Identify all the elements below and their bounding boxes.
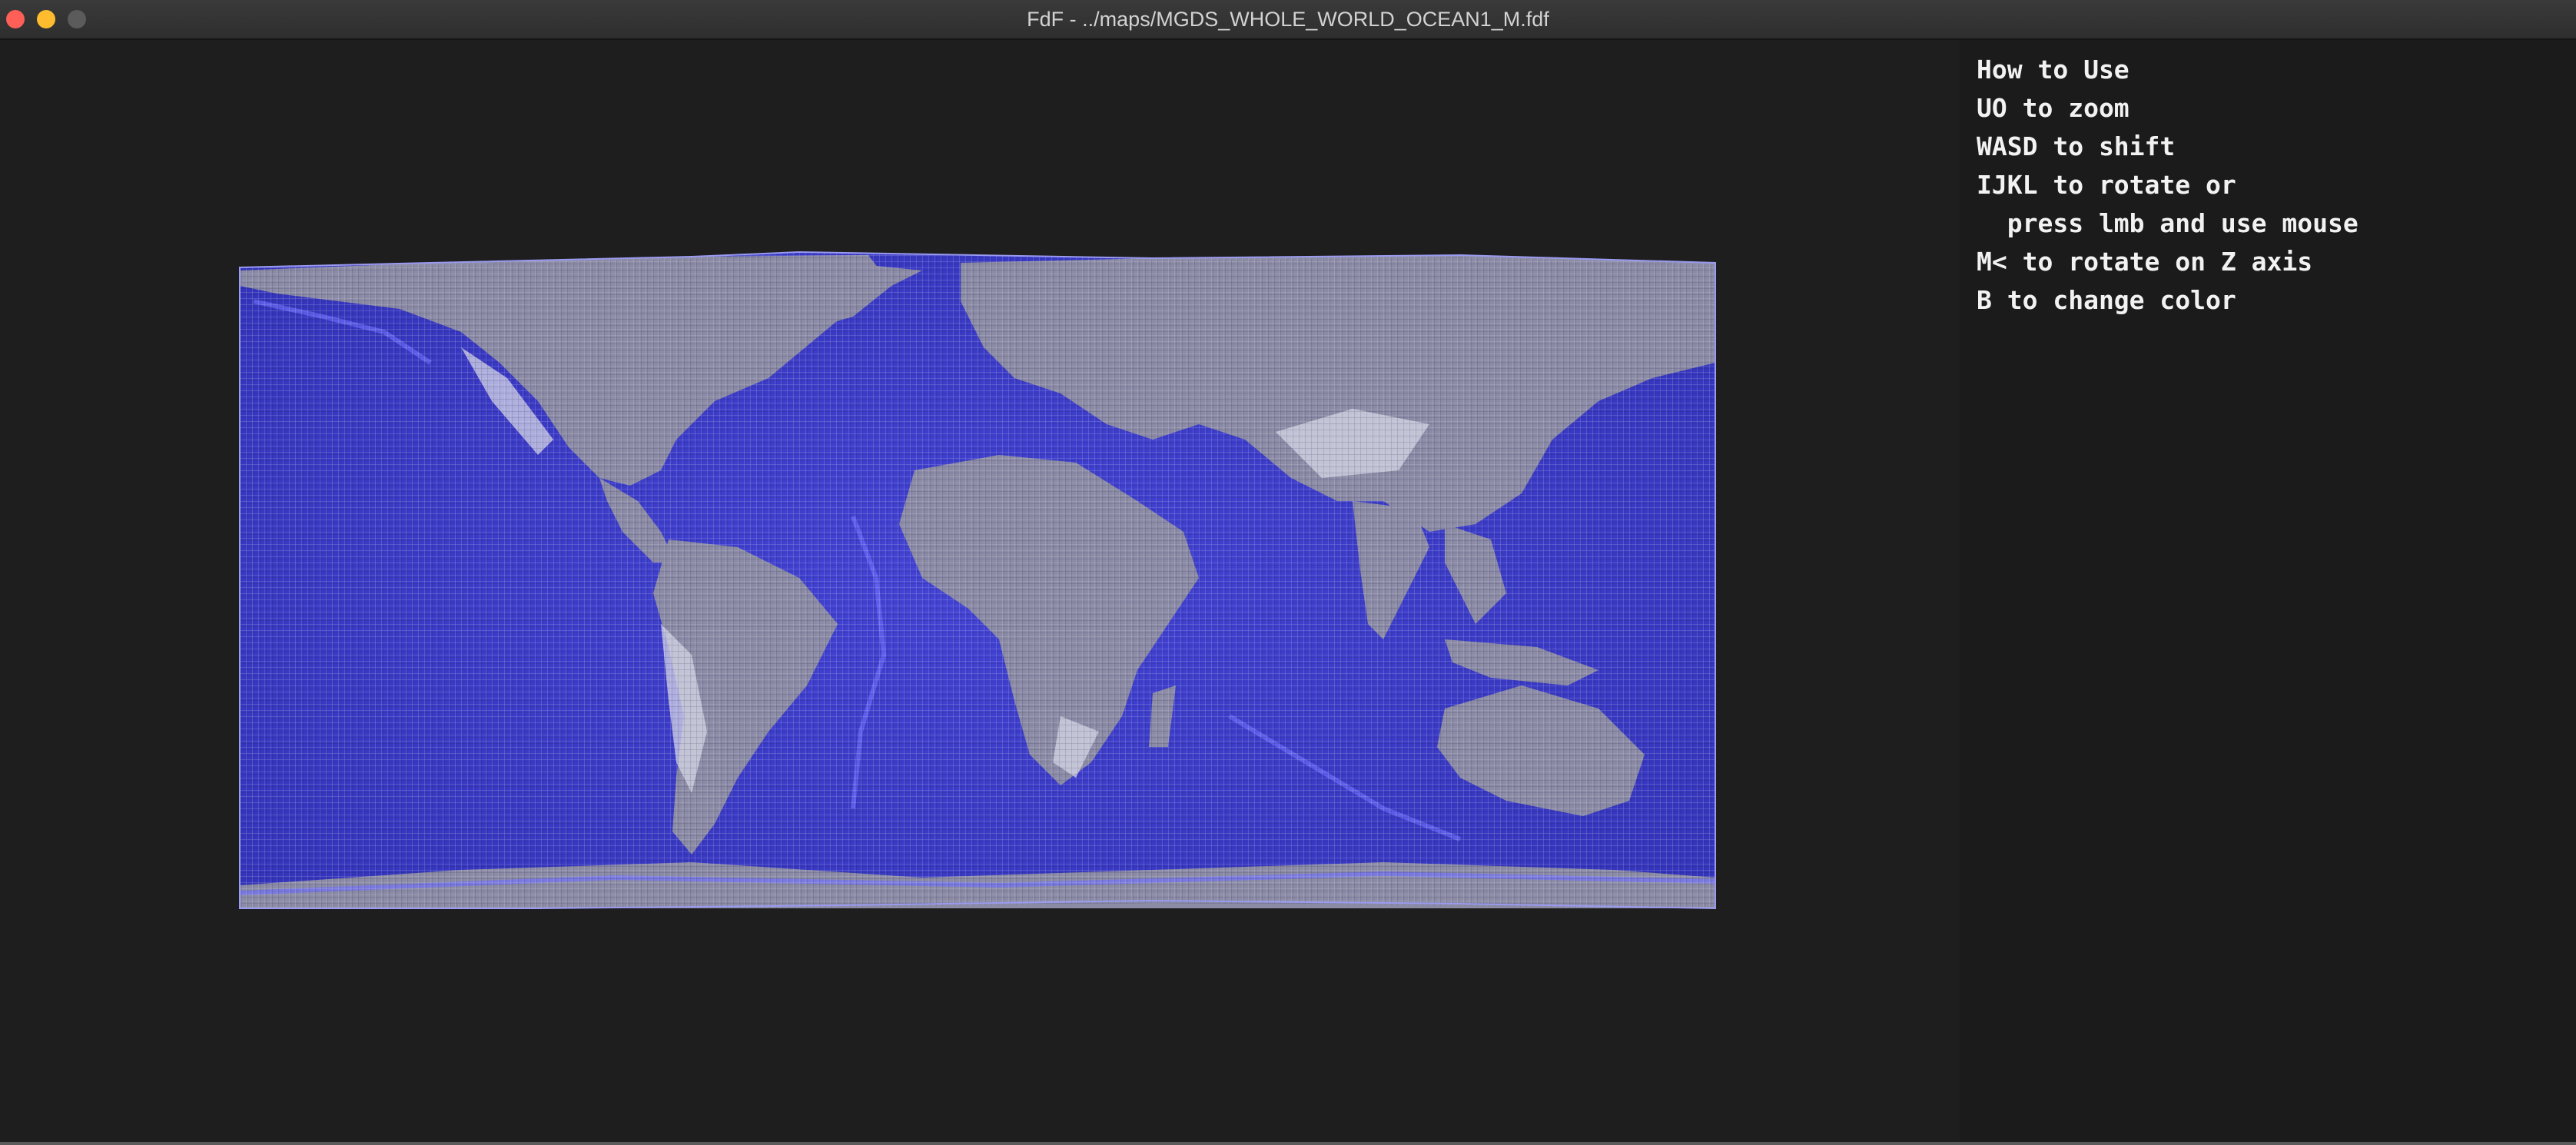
- help-line-rotate: IJKL to rotate or: [1977, 170, 2236, 200]
- help-line-rotate-z: M< to rotate on Z axis: [1977, 247, 2313, 277]
- wireframe-grid-shadow: [241, 254, 1717, 911]
- help-line-shift: WASD to shift: [1977, 131, 2176, 161]
- window-bottom-edge: [0, 1142, 2576, 1145]
- render-canvas[interactable]: [0, 40, 1960, 1145]
- help-line-title: How to Use: [1977, 55, 2130, 85]
- help-list: How to Use UO to zoom WASD to shift IJKL…: [1977, 51, 2359, 320]
- wireframe-world-map[interactable]: [0, 40, 1960, 1145]
- app-window: FdF - ../maps/MGDS_WHOLE_WORLD_OCEAN1_M.…: [0, 0, 2576, 1145]
- window-title: FdF - ../maps/MGDS_WHOLE_WORLD_OCEAN1_M.…: [1027, 8, 1549, 31]
- help-line-zoom: UO to zoom: [1977, 93, 2130, 123]
- help-line-color: B to change color: [1977, 285, 2236, 315]
- title-bar[interactable]: FdF - ../maps/MGDS_WHOLE_WORLD_OCEAN1_M.…: [0, 0, 2576, 40]
- help-panel: How to Use UO to zoom WASD to shift IJKL…: [1960, 40, 2576, 1145]
- help-line-mouse: press lmb and use mouse: [1977, 208, 2359, 238]
